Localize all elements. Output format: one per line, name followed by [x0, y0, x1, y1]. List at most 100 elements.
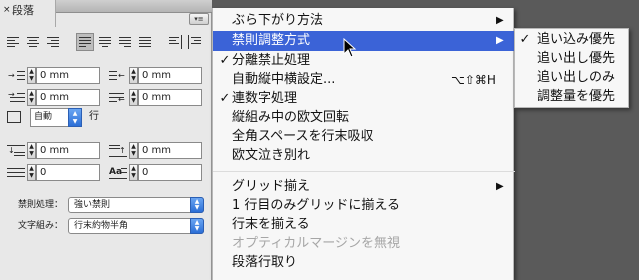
menu-item-label: ぶら下がり方法	[232, 13, 324, 28]
menu-item-label: 行末を揃える	[232, 217, 310, 232]
right-indent-input[interactable]: 0 mm	[138, 67, 202, 84]
left-indent-field: → ▲ ▼ 0 mm	[6, 67, 102, 84]
menu-item-roman-rotation[interactable]: 縦組み中の欧文回転	[213, 108, 515, 128]
align-center-icon[interactable]	[24, 33, 42, 51]
panel-title: 段落	[12, 4, 34, 17]
submenu-item-label: 追い出しのみ	[537, 70, 616, 85]
drop-cap-lines-field: ▲ ▼ 0	[6, 164, 102, 181]
space-before-field: ↓ ▲ ▼ 0 mm	[6, 142, 102, 159]
grid-leading-icon	[7, 111, 21, 123]
menu-item-ignore-optical-margin: オプティカルマージンを無視	[213, 234, 515, 254]
drop-cap-lines-input[interactable]: 0	[36, 164, 100, 181]
menu-item-absorb-space[interactable]: 全角スペースを行末吸収	[213, 127, 515, 147]
mojikumi-select[interactable]: 行末約物半角 ▲ ▼	[68, 218, 204, 234]
paragraph-panel: × 段落 ▾≡ → ▲ ▼ 0 mm ← ▲ ▼ 0 mm → ▲ ▼ 0 mm…	[0, 0, 212, 280]
menu-item-no-break[interactable]: ✓ 分離禁止処理	[213, 51, 515, 71]
mojikumi-value: 行末約物半角	[74, 221, 129, 231]
last-line-indent-icon: ←	[108, 91, 128, 104]
leading-select[interactable]: 自動 ▲ ▼	[30, 108, 82, 127]
menu-item-align-line-end[interactable]: 行末を揃える	[213, 215, 515, 235]
submenu-item-label: 追い込み優先	[537, 32, 616, 47]
chevron-right-icon: ▶	[496, 15, 504, 26]
kinsoku-select[interactable]: 強い禁則 ▲ ▼	[68, 197, 204, 213]
leading-stepper[interactable]: ▲ ▼	[68, 108, 82, 127]
menu-item-label: オプティカルマージンを無視	[232, 236, 400, 251]
menu-item-burasagari[interactable]: ぶら下がり方法 ▶	[213, 11, 515, 31]
menu-item-shortcut: ⌥⇧⌘H	[451, 73, 496, 87]
kinsoku-label: 禁則処理：	[18, 200, 64, 210]
justify-all-icon[interactable]	[136, 33, 154, 51]
submenu-item-adjust-amount[interactable]: 調整量を優先	[515, 87, 628, 106]
first-line-indent-field: → ▲ ▼ 0 mm	[6, 89, 102, 106]
kinsoku-value: 強い禁則	[74, 200, 111, 210]
first-line-indent-input[interactable]: 0 mm	[36, 89, 100, 106]
chevron-right-icon: ▶	[496, 35, 504, 46]
space-after-input[interactable]: 0 mm	[138, 142, 202, 159]
align-left-icon[interactable]	[4, 33, 22, 51]
alignment-buttons	[4, 33, 209, 51]
menu-item-label: 1 行目のみグリッドに揃える	[232, 198, 401, 213]
menu-item-roman-break[interactable]: 欧文泣き別れ	[213, 146, 515, 166]
menu-item-span-columns[interactable]: 段落行取り	[213, 253, 515, 273]
menu-item-consecutive-digits[interactable]: ✓ 連数字処理	[213, 89, 515, 109]
right-indent-field: ← ▲ ▼ 0 mm	[108, 67, 204, 84]
panel-flyout-menu: ぶら下がり方法 ▶ 禁則調整方式 ▶ ✓ 分離禁止処理 自動縦中横設定... ⌥…	[212, 8, 515, 280]
align-away-from-spine-icon[interactable]	[186, 33, 204, 51]
space-after-stepper[interactable]: ▲ ▼	[129, 142, 138, 159]
submenu-item-oikomi[interactable]: ✓ 追い込み優先	[515, 30, 628, 49]
justify-center-icon[interactable]	[96, 33, 114, 51]
menu-item-label: 全角スペースを行末吸収	[232, 129, 374, 144]
checkmark-icon: ✓	[219, 91, 231, 106]
drop-cap-chars-input[interactable]: 0	[138, 164, 202, 181]
submenu-item-oidashi-only[interactable]: 追い出しのみ	[515, 68, 628, 87]
menu-item-label: 連数字処理	[232, 91, 298, 106]
menu-item-grid-align[interactable]: グリッド揃え ▶	[213, 177, 515, 197]
align-toward-spine-icon[interactable]	[166, 33, 184, 51]
menu-item-kinsoku-method[interactable]: 禁則調整方式 ▶	[213, 31, 515, 51]
last-line-indent-input[interactable]: 0 mm	[138, 89, 202, 106]
drop-cap-lines-icon	[6, 166, 26, 179]
last-line-indent-stepper[interactable]: ▲ ▼	[129, 89, 138, 106]
left-indent-input[interactable]: 0 mm	[36, 67, 100, 84]
justify-left-icon[interactable]	[76, 33, 94, 51]
close-icon[interactable]: ×	[3, 6, 11, 15]
drop-cap-lines-stepper[interactable]: ▲ ▼	[27, 164, 36, 181]
menu-item-label: 分離禁止処理	[232, 53, 311, 68]
menu-item-label: 欧文泣き別れ	[232, 148, 311, 163]
panel-menu-button[interactable]: ▾≡	[189, 13, 209, 25]
mojikumi-label: 文字組み：	[18, 221, 64, 231]
submenu-item-label: 調整量を優先	[537, 89, 616, 104]
menu-item-first-line-grid[interactable]: 1 行目のみグリッドに揃える	[213, 196, 515, 216]
chevron-updown-icon: ▲ ▼	[190, 197, 204, 213]
space-before-stepper[interactable]: ▲ ▼	[27, 142, 36, 159]
justify-right-icon[interactable]	[116, 33, 134, 51]
left-indent-stepper[interactable]: ▲ ▼	[27, 67, 36, 84]
space-before-input[interactable]: 0 mm	[36, 142, 100, 159]
menu-item-label: 縦組み中の欧文回転	[232, 110, 350, 125]
leading-suffix: 行	[89, 111, 99, 122]
chevron-updown-icon: ▲ ▼	[190, 218, 204, 234]
menu-item-label: 段落行取り	[232, 255, 298, 270]
align-right-icon[interactable]	[44, 33, 62, 51]
first-line-indent-icon: →	[6, 91, 26, 104]
space-before-icon: ↓	[6, 144, 26, 157]
last-line-indent-field: ← ▲ ▼ 0 mm	[108, 89, 204, 106]
mojikumi-row: 文字組み： 行末約物半角 ▲ ▼	[18, 218, 208, 234]
checkmark-icon: ✓	[519, 32, 531, 47]
chevron-right-icon: ▶	[496, 181, 504, 192]
menu-item-auto-tate-chu-yoko[interactable]: 自動縦中横設定... ⌥⇧⌘H	[213, 70, 515, 90]
drop-cap-chars-field: Aa ▲ ▼ 0	[108, 164, 204, 181]
right-indent-stepper[interactable]: ▲ ▼	[129, 67, 138, 84]
drop-cap-chars-icon: Aa	[108, 166, 128, 179]
menu-item-label: 禁則調整方式	[232, 33, 311, 48]
leading-value: 自動	[34, 112, 53, 122]
kinsoku-row: 禁則処理： 強い禁則 ▲ ▼	[18, 197, 208, 213]
first-line-indent-stepper[interactable]: ▲ ▼	[27, 89, 36, 106]
space-after-field: ↑ ▲ ▼ 0 mm	[108, 142, 204, 159]
right-indent-icon: ←	[108, 69, 128, 82]
submenu-item-oidashi[interactable]: 追い出し優先	[515, 49, 628, 68]
menu-separator	[213, 171, 515, 172]
drop-cap-chars-stepper[interactable]: ▲ ▼	[129, 164, 138, 181]
menu-item-label: グリッド揃え	[232, 179, 311, 194]
panel-tab[interactable]: × 段落	[0, 0, 56, 27]
